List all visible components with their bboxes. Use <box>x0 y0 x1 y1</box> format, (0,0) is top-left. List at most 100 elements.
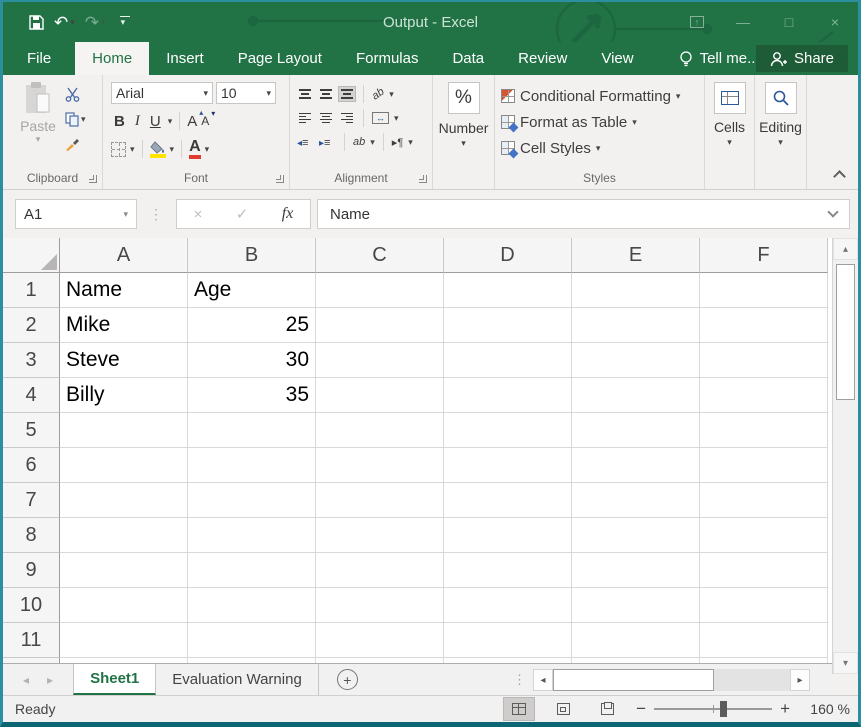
underline-dropdown-icon[interactable]: ▾ <box>168 116 173 127</box>
cell-C1[interactable] <box>316 273 444 308</box>
cell-D2[interactable] <box>444 308 572 343</box>
paste-button[interactable]: Paste ▾ <box>11 82 65 145</box>
cell-A3[interactable]: Steve <box>60 343 188 378</box>
cell-F2[interactable] <box>700 308 828 343</box>
cell-C2[interactable] <box>316 308 444 343</box>
tab-data[interactable]: Data <box>435 42 501 75</box>
row-header-7[interactable]: 7 <box>3 483 60 518</box>
editing-button[interactable]: Editing ▾ <box>755 82 806 148</box>
enter-formula-button[interactable]: ✓ <box>236 205 249 223</box>
cell-F5[interactable] <box>700 413 828 448</box>
cell-A2[interactable]: Mike <box>60 308 188 343</box>
borders-dropdown-icon[interactable]: ▾ <box>130 144 135 155</box>
orientation-button[interactable]: ab <box>370 86 387 103</box>
cell-E3[interactable] <box>572 343 700 378</box>
increase-indent-button[interactable]: ▸≡ <box>319 133 336 151</box>
cell-A5[interactable] <box>60 413 188 448</box>
column-header-D[interactable]: D <box>444 238 572 273</box>
align-left-button[interactable] <box>297 111 313 125</box>
cell-F6[interactable] <box>700 448 828 483</box>
page-break-view-button[interactable] <box>592 698 622 720</box>
cell-F8[interactable] <box>700 518 828 553</box>
formula-input[interactable]: Name <box>317 199 850 229</box>
cell-B2[interactable]: 25 <box>188 308 316 343</box>
copy-button[interactable]: ▾ <box>65 110 99 128</box>
zoom-out-button[interactable]: − <box>636 699 646 719</box>
cell-F7[interactable] <box>700 483 828 518</box>
cell-C7[interactable] <box>316 483 444 518</box>
row-header-8[interactable]: 8 <box>3 518 60 553</box>
percent-style-button[interactable]: % <box>448 82 480 114</box>
cell-D4[interactable] <box>444 378 572 413</box>
share-button[interactable]: Share <box>756 45 848 72</box>
cell-D5[interactable] <box>444 413 572 448</box>
cell-E8[interactable] <box>572 518 700 553</box>
scroll-down-button[interactable]: ▾ <box>833 652 858 674</box>
cell-A8[interactable] <box>60 518 188 553</box>
vertical-scroll-thumb[interactable] <box>836 264 855 400</box>
middle-align-button[interactable] <box>318 87 334 101</box>
sheet-tab-sheet1[interactable]: Sheet1 <box>73 664 156 695</box>
cell-B6[interactable] <box>188 448 316 483</box>
scroll-right-button[interactable]: ▸ <box>790 669 810 691</box>
cell-E9[interactable] <box>572 553 700 588</box>
ltr-paragraph-button[interactable]: ▸¶ <box>392 136 403 149</box>
select-all-corner[interactable] <box>3 238 60 273</box>
merge-center-button[interactable]: ↔ <box>372 112 389 124</box>
cell-styles-button[interactable]: Cell Styles ▾ <box>501 135 704 161</box>
number-format-dropdown-icon[interactable]: ▾ <box>461 138 466 149</box>
sheet-tab-evaluation-warning[interactable]: Evaluation Warning <box>156 664 319 695</box>
cell-C9[interactable] <box>316 553 444 588</box>
wrap-text-dropdown-icon[interactable]: ▾ <box>370 137 375 148</box>
insert-function-button[interactable]: fx <box>282 205 294 223</box>
scroll-up-button[interactable]: ▴ <box>833 238 858 260</box>
fill-color-button[interactable] <box>150 141 166 158</box>
underline-button[interactable]: U <box>147 113 164 130</box>
previous-sheet-button[interactable]: ◂ <box>23 673 29 687</box>
cell-A1[interactable]: Name <box>60 273 188 308</box>
align-center-button[interactable] <box>318 111 334 125</box>
conditional-formatting-button[interactable]: Conditional Formatting ▾ <box>501 83 704 109</box>
cell-C10[interactable] <box>316 588 444 623</box>
copy-dropdown-icon[interactable]: ▾ <box>81 114 86 125</box>
cell-F3[interactable] <box>700 343 828 378</box>
bottom-align-button[interactable] <box>339 87 355 101</box>
column-header-C[interactable]: C <box>316 238 444 273</box>
tab-home[interactable]: Home <box>75 42 149 75</box>
row-header-4[interactable]: 4 <box>3 378 60 413</box>
alignment-dialog-launcher-icon[interactable] <box>419 175 427 183</box>
orientation-dropdown-icon[interactable]: ▾ <box>389 89 394 100</box>
new-sheet-button[interactable]: + <box>337 669 358 690</box>
cell-D11[interactable] <box>444 623 572 658</box>
cell-D3[interactable] <box>444 343 572 378</box>
cell-D8[interactable] <box>444 518 572 553</box>
cell-E11[interactable] <box>572 623 700 658</box>
font-size-combo[interactable]: 10 ▾ <box>216 82 276 104</box>
scroll-left-button[interactable]: ◂ <box>533 669 553 691</box>
horizontal-scroll-track[interactable] <box>553 669 790 691</box>
zoom-in-button[interactable]: + <box>780 699 790 719</box>
page-layout-view-button[interactable] <box>548 698 578 720</box>
cell-A11[interactable] <box>60 623 188 658</box>
row-header-6[interactable]: 6 <box>3 448 60 483</box>
normal-view-button[interactable] <box>504 698 534 720</box>
cell-B1[interactable]: Age <box>188 273 316 308</box>
cell-D6[interactable] <box>444 448 572 483</box>
cell-E4[interactable] <box>572 378 700 413</box>
column-header-F[interactable]: F <box>700 238 828 273</box>
decrease-indent-button[interactable]: ◂≡ <box>297 133 314 151</box>
fill-color-dropdown-icon[interactable]: ▾ <box>170 144 175 155</box>
cell-F1[interactable] <box>700 273 828 308</box>
cell-E2[interactable] <box>572 308 700 343</box>
cell-F9[interactable] <box>700 553 828 588</box>
cell-A7[interactable] <box>60 483 188 518</box>
row-header-11[interactable]: 11 <box>3 623 60 658</box>
row-header-3[interactable]: 3 <box>3 343 60 378</box>
borders-button[interactable] <box>111 142 126 157</box>
zoom-slider[interactable] <box>654 708 772 710</box>
cell-E1[interactable] <box>572 273 700 308</box>
cell-E7[interactable] <box>572 483 700 518</box>
cell-B5[interactable] <box>188 413 316 448</box>
column-header-A[interactable]: A <box>60 238 188 273</box>
horizontal-scroll-thumb[interactable] <box>553 669 714 691</box>
